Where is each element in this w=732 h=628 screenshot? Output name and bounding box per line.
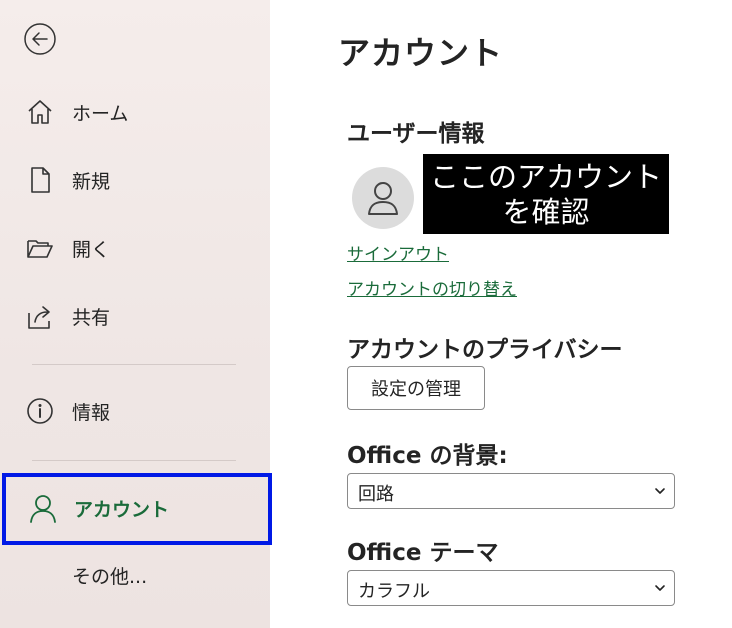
user-info-heading: ユーザー情報 [347, 121, 485, 147]
nav-item-label: アカウント [74, 499, 170, 521]
theme-select-value: カラフル [358, 581, 430, 602]
nav-item-account[interactable]: アカウント [2, 473, 272, 545]
backstage-sidebar: ホーム 新規 開く 共有 情報 アカウント その他... [0, 0, 272, 628]
nav-item-open[interactable]: 開く [0, 220, 270, 276]
back-arrow-icon [24, 23, 56, 55]
person-icon [27, 493, 59, 525]
manage-settings-button[interactable]: 設定の管理 [347, 366, 485, 410]
chevron-down-icon [655, 488, 665, 494]
nav-item-label: その他... [72, 565, 148, 588]
page-title: アカウント [338, 34, 504, 72]
annotation-callout: ここのアカウント を確認 [423, 154, 669, 234]
home-icon [25, 97, 55, 127]
nav-item-info[interactable]: 情報 [0, 383, 270, 439]
sidebar-divider [32, 364, 236, 365]
callout-line: を確認 [502, 195, 590, 229]
person-avatar-icon [368, 182, 398, 215]
sign-out-link[interactable]: サインアウト [347, 240, 449, 265]
open-folder-icon [25, 233, 55, 263]
nav-item-label: 共有 [72, 306, 111, 329]
back-button[interactable] [23, 22, 57, 56]
theme-heading: Office テーマ [347, 540, 499, 566]
nav-item-label: 情報 [72, 401, 111, 424]
new-document-icon [25, 165, 55, 195]
sidebar-divider [32, 460, 236, 461]
background-heading: Office の背景: [347, 443, 508, 469]
nav-item-new[interactable]: 新規 [0, 152, 270, 208]
info-icon [25, 396, 55, 426]
nav-item-home[interactable]: ホーム [0, 84, 270, 140]
background-select[interactable]: 回路 [347, 473, 675, 509]
switch-account-link[interactable]: アカウントの切り替え [347, 275, 517, 300]
account-panel: アカウント ユーザー情報 ここのアカウント を確認 サインアウト アカウントの切… [270, 0, 732, 628]
chevron-down-icon [655, 585, 665, 591]
privacy-heading: アカウントのプライバシー [347, 337, 623, 363]
callout-line: ここのアカウント [429, 160, 662, 194]
nav-item-label: ホーム [72, 102, 129, 125]
background-select-value: 回路 [358, 484, 394, 505]
nav-item-label: 新規 [72, 170, 111, 193]
share-icon [25, 301, 55, 331]
theme-select[interactable]: カラフル [347, 570, 675, 606]
nav-item-share[interactable]: 共有 [0, 288, 270, 344]
nav-item-label: 開く [72, 238, 111, 261]
nav-item-more[interactable]: その他... [0, 547, 270, 603]
avatar [352, 167, 414, 229]
